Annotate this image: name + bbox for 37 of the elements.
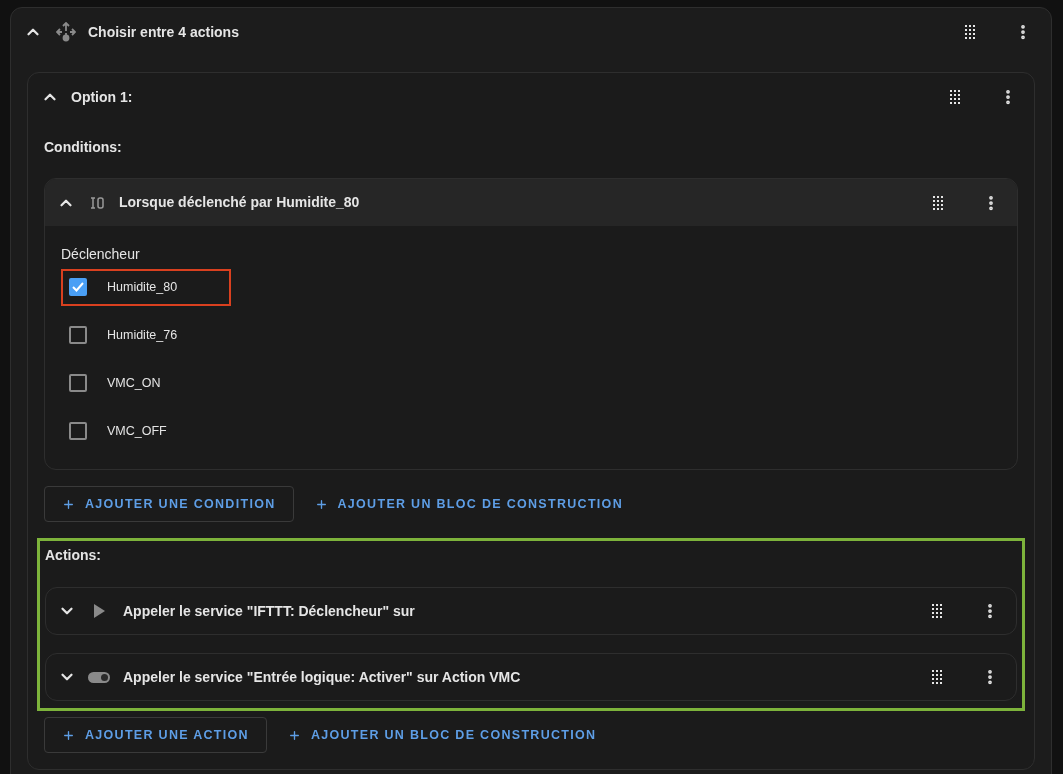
conditions-label: Conditions:: [44, 138, 123, 157]
add-button[interactable]: AJOUTER UN BLOC DE CONSTRUCTION: [297, 486, 640, 522]
checkbox[interactable]: [69, 326, 87, 344]
split-arrows-icon: [56, 22, 76, 42]
block-title: Choisir entre 4 actions: [88, 22, 239, 42]
drag-handle-icon[interactable]: [933, 195, 943, 210]
checkbox[interactable]: [69, 278, 87, 296]
checkbox[interactable]: [69, 422, 87, 440]
plus-icon: [287, 728, 301, 742]
plus-icon: [62, 497, 75, 511]
drag-handle-icon[interactable]: [950, 90, 960, 104]
play-icon: [92, 604, 105, 618]
plus-icon: [62, 728, 75, 742]
drag-handle-icon[interactable]: [932, 604, 942, 618]
field-label: Déclencheur: [61, 245, 141, 264]
action-row[interactable]: Appeler le service "IFTTT: Déclencheur" sur: [45, 587, 1017, 635]
action-title: Appeler le service "IFTTT: Déclencheur" sur: [123, 601, 415, 621]
trigger-id-icon: [90, 196, 104, 209]
drag-handle-icon[interactable]: [932, 670, 942, 684]
checkbox-label: Humidite_80: [107, 278, 178, 296]
action-row[interactable]: Appeler le service "Entrée logique: Activer" sur Action VMC: [45, 653, 1017, 701]
plus-icon: [314, 497, 328, 511]
condition-header[interactable]: Lorsque déclenché par Humidite_80: [45, 179, 1017, 226]
option-title: Option 1:: [71, 87, 133, 107]
add-button[interactable]: AJOUTER UNE CONDITION: [44, 486, 294, 522]
toggle-icon: [87, 671, 110, 683]
actions-label: Actions:: [45, 546, 102, 565]
condition-title: Lorsque déclenché par Humidite_80: [119, 193, 360, 212]
checkmark-icon: [72, 282, 84, 292]
add-button[interactable]: AJOUTER UN BLOC DE CONSTRUCTION: [270, 717, 614, 753]
checkbox[interactable]: [69, 374, 87, 392]
checkbox-label: VMC_OFF: [107, 422, 167, 440]
action-title: Appeler le service "Entrée logique: Activer" sur Action VMC: [123, 667, 521, 687]
checkbox-label: VMC_ON: [107, 374, 161, 392]
checkbox-label: Humidite_76: [107, 326, 178, 344]
drag-handle-icon[interactable]: [965, 25, 975, 39]
add-button[interactable]: AJOUTER UNE ACTION: [44, 717, 267, 753]
